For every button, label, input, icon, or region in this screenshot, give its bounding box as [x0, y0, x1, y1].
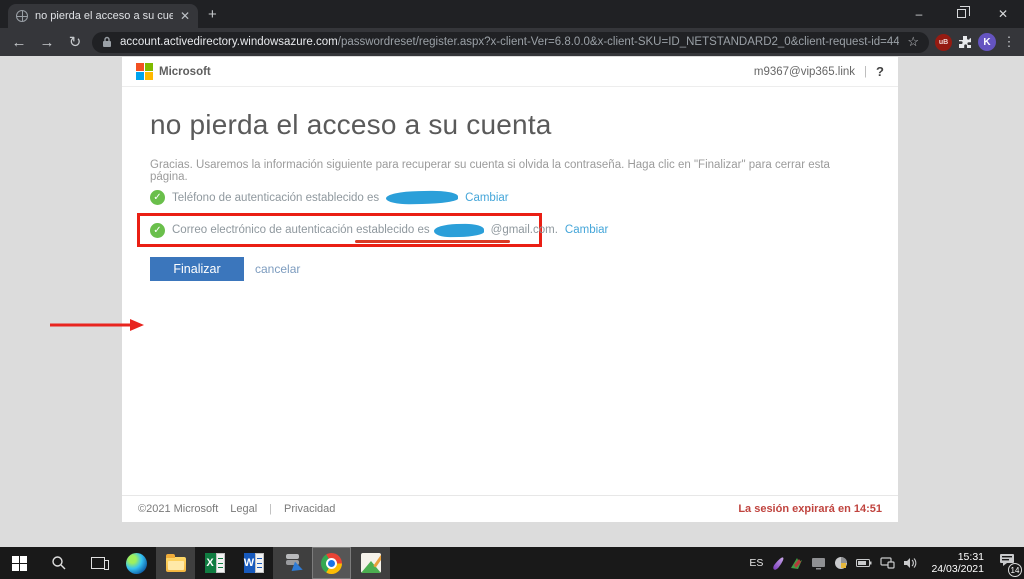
- word-icon: W: [244, 553, 264, 573]
- help-button[interactable]: ?: [876, 64, 884, 79]
- back-button[interactable]: ←: [8, 34, 30, 51]
- extensions-puzzle-icon[interactable]: [958, 35, 972, 49]
- phone-redaction-scribble: [386, 190, 458, 204]
- network-tray-icon[interactable]: [880, 557, 895, 569]
- url-path: /passwordreset/register.aspx?x-client-Ve…: [338, 36, 900, 48]
- taskbar-file-explorer[interactable]: [156, 547, 195, 579]
- privacy-link[interactable]: Privacidad: [284, 503, 335, 515]
- restore-button[interactable]: [940, 7, 982, 21]
- forward-button[interactable]: →: [36, 34, 58, 51]
- file-explorer-icon: [166, 557, 186, 572]
- app-tray-icon[interactable]: [789, 556, 803, 570]
- excel-icon: X: [205, 553, 225, 573]
- minimize-button[interactable]: –: [898, 7, 940, 21]
- microsoft-logo-icon: [136, 63, 153, 80]
- phone-status-text: Teléfono de autenticación establecido es: [172, 192, 379, 204]
- server-app-icon: [284, 554, 302, 572]
- system-tray: [776, 556, 918, 571]
- monitor-tray-icon[interactable]: [811, 557, 826, 570]
- windows-taskbar: X W ES 15:31 24/03/2021 14: [0, 547, 1024, 579]
- red-arrow-annotation: [50, 318, 145, 332]
- header-separator: |: [864, 66, 867, 78]
- profile-avatar[interactable]: K: [978, 33, 996, 51]
- new-tab-button[interactable]: +: [208, 6, 217, 24]
- change-email-link[interactable]: Cambiar: [565, 224, 608, 236]
- bookmark-star-icon[interactable]: ☆: [907, 34, 919, 50]
- taskbar-edge[interactable]: [117, 547, 156, 579]
- search-button[interactable]: [39, 547, 78, 579]
- tab-close-icon[interactable]: ✕: [180, 9, 190, 23]
- clock-time: 15:31: [931, 551, 984, 563]
- browser-menu-icon[interactable]: ⋮: [1002, 34, 1016, 50]
- footer-separator: |: [269, 503, 272, 515]
- language-indicator[interactable]: ES: [749, 557, 763, 569]
- brand-name: Microsoft: [159, 66, 211, 78]
- email-status-line: ✓ Correo electrónico de autenticación es…: [150, 223, 608, 238]
- email-redaction-scribble: [434, 223, 484, 237]
- pen-tray-icon[interactable]: [772, 556, 785, 571]
- red-underline-annotation: [355, 240, 510, 243]
- restore-icon: [957, 9, 966, 18]
- battery-tray-icon[interactable]: [856, 558, 872, 568]
- windows-logo-icon: [12, 556, 27, 571]
- cancel-link[interactable]: cancelar: [255, 262, 300, 276]
- lock-icon: [102, 36, 112, 48]
- globe-favicon-icon: [16, 10, 28, 22]
- legal-link[interactable]: Legal: [230, 503, 257, 515]
- search-icon: [51, 555, 67, 571]
- disk-usage-tray-icon[interactable]: [834, 556, 848, 570]
- page-title: no pierda el acceso a su cuenta: [150, 109, 552, 141]
- tab-title: no pierda el acceso a su cuenta: [35, 10, 173, 22]
- phone-status-line: ✓ Teléfono de autenticación establecido …: [150, 190, 509, 205]
- window-controls: – ✕: [898, 0, 1024, 28]
- finish-button[interactable]: Finalizar: [150, 257, 244, 281]
- start-button[interactable]: [0, 547, 39, 579]
- taskbar-excel[interactable]: X: [195, 547, 234, 579]
- intro-text: Gracias. Usaremos la información siguien…: [150, 159, 850, 183]
- check-icon: ✓: [150, 223, 165, 238]
- page-viewport: Microsoft m9367@vip365.link | ? no pierd…: [0, 56, 1024, 547]
- address-bar[interactable]: account.activedirectory.windowsazure.com…: [92, 32, 929, 53]
- reload-button[interactable]: ↻: [64, 33, 86, 51]
- content-card: Microsoft m9367@vip365.link | ? no pierd…: [122, 57, 898, 522]
- change-phone-link[interactable]: Cambiar: [465, 192, 508, 204]
- ublock-extension-icon[interactable]: uB: [935, 34, 952, 51]
- task-view-button[interactable]: [78, 547, 117, 579]
- red-annotation-box: ✓ Correo electrónico de autenticación es…: [137, 213, 542, 247]
- taskbar-clock[interactable]: 15:31 24/03/2021: [931, 551, 984, 575]
- action-center-button[interactable]: 14: [999, 553, 1016, 573]
- edge-icon: [126, 553, 147, 574]
- taskbar-tray-area: ES 15:31 24/03/2021 14: [749, 547, 1024, 579]
- taskbar-photo-app[interactable]: [351, 547, 390, 579]
- photo-editor-icon: [361, 553, 381, 573]
- close-window-button[interactable]: ✕: [982, 7, 1024, 21]
- clock-date: 24/03/2021: [931, 563, 984, 575]
- notification-count-badge: 14: [1008, 563, 1022, 577]
- check-icon: ✓: [150, 190, 165, 205]
- email-domain-suffix: @gmail.com.: [491, 224, 558, 236]
- taskbar-word[interactable]: W: [234, 547, 273, 579]
- task-view-icon: [91, 557, 105, 569]
- session-expiry-text: La sesión expirará en 14:51: [738, 503, 882, 515]
- card-header: Microsoft m9367@vip365.link | ?: [122, 57, 898, 87]
- browser-titlebar: no pierda el acceso a su cuenta ✕ + – ✕: [0, 0, 1024, 28]
- browser-tab[interactable]: no pierda el acceso a su cuenta ✕: [8, 4, 198, 28]
- chrome-icon: [321, 553, 342, 574]
- url-text: account.activedirectory.windowsazure.com…: [120, 36, 899, 48]
- taskbar-chrome[interactable]: [312, 547, 351, 579]
- email-status-text: Correo electrónico de autenticación esta…: [172, 224, 430, 236]
- taskbar-sql-app[interactable]: [273, 547, 312, 579]
- page-footer: ©2021 Microsoft Legal | Privacidad La se…: [122, 495, 898, 522]
- browser-toolbar: ← → ↻ account.activedirectory.windowsazu…: [0, 28, 1024, 56]
- speaker-tray-icon[interactable]: [903, 557, 918, 569]
- copyright-text: ©2021 Microsoft: [138, 503, 218, 515]
- account-email: m9367@vip365.link: [754, 66, 855, 78]
- url-domain: account.activedirectory.windowsazure.com: [120, 36, 338, 48]
